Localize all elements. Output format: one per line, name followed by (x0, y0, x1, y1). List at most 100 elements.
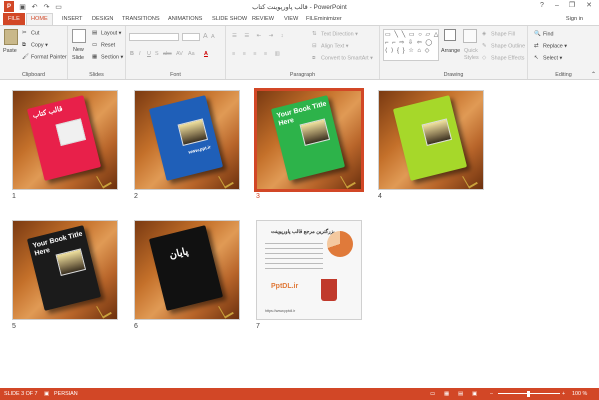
zoom-in-icon[interactable]: + (562, 391, 565, 397)
arrange-icon[interactable] (444, 29, 456, 41)
font-name-field[interactable] (129, 33, 179, 41)
font-size-field[interactable] (182, 33, 200, 41)
tab-insert[interactable]: INSERT (62, 14, 82, 25)
arrange-button[interactable]: Arrange (441, 48, 460, 54)
slide-counter: SLIDE 3 OF 7 (4, 391, 38, 397)
select-button[interactable]: ↖ Select ▾ (534, 55, 562, 61)
cut-button[interactable]: ✂ Cut (22, 30, 39, 36)
layout-button[interactable]: ▤ Layout ▾ (92, 30, 121, 36)
underline-button[interactable]: U (147, 51, 151, 57)
ribbon-tabs: FILE HOME INSERT DESIGN TRANSITIONS ANIM… (0, 13, 599, 25)
new-slide-label[interactable]: New (73, 47, 84, 53)
layout-icon: ▤ (92, 30, 98, 36)
tab-review[interactable]: REVIEW (252, 14, 274, 25)
grow-font-icon[interactable]: A (203, 33, 208, 40)
sign-in-link[interactable]: Sign in (566, 16, 583, 22)
paste-button[interactable]: Paste (3, 48, 17, 54)
shape-fill-button[interactable]: ◈ Shape Fill (482, 31, 515, 37)
ad-url: https://www.pptdl.ir (265, 309, 296, 313)
slide-thumbnail-5[interactable]: Your Book Title Here (12, 220, 118, 320)
new-slide-label-2[interactable]: Slide (72, 55, 84, 61)
help-button[interactable]: ? (535, 1, 549, 11)
change-case-button[interactable]: Aa (188, 51, 195, 57)
pen-icon: ✎ (482, 43, 487, 49)
title-bar: P ▣ ↶ ↷ ▭ قالب پاورپوینت کتاب - PowerPoi… (0, 0, 599, 13)
tab-transitions[interactable]: TRANSITIONS (122, 14, 160, 25)
convert-smartart-button[interactable]: ⧈ Convert to SmartArt ▾ (312, 55, 373, 61)
zoom-out-icon[interactable]: – (490, 391, 493, 397)
tab-slide-show[interactable]: SLIDE SHOW (212, 14, 247, 25)
scissors-icon: ✂ (22, 30, 27, 36)
slide-thumbnail-7[interactable]: بزرگترین مرجع قالب پاورپوینت PptDL.ir http… (256, 220, 362, 320)
new-slide-icon[interactable] (72, 29, 86, 43)
strikethrough-button[interactable]: abc (163, 51, 172, 57)
tab-design[interactable]: DESIGN (92, 14, 113, 25)
text-direction-button[interactable]: ⇅ Text Direction ▾ (312, 31, 358, 37)
collapse-ribbon-icon[interactable]: ⌃ (591, 71, 596, 78)
language-indicator[interactable]: PERSIAN (54, 391, 78, 397)
slide-number-5: 5 (12, 323, 16, 330)
font-group: A A B I U S abc AV Aa A Font (126, 26, 226, 79)
section-button[interactable]: ▦ Section ▾ (92, 54, 123, 60)
reset-button[interactable]: ▭ Reset (92, 42, 115, 48)
italic-button[interactable]: I (139, 51, 141, 57)
slide-sorter-view-icon[interactable]: ▦ (444, 391, 449, 397)
tab-fileminimizer[interactable]: FILEminimizer (306, 14, 342, 25)
tab-file[interactable]: FILE (3, 13, 25, 25)
slide-thumbnail-4[interactable] (378, 90, 484, 190)
restore-button[interactable]: ❐ (565, 1, 579, 11)
ribbon: Paste ✂ Cut ⧉ Copy ▾ 🖌 Format Painter Clipb… (0, 25, 599, 80)
shape-effects-button[interactable]: ◇ Shape Effects (482, 55, 524, 61)
paste-icon[interactable] (4, 29, 18, 45)
section-icon: ▦ (92, 54, 98, 60)
slide-number-1: 1 (12, 193, 16, 200)
status-bar: SLIDE 3 OF 7 ▣ PERSIAN ▭ ▦ ▤ ▣ – + 100 % (0, 388, 599, 400)
quick-styles-icon[interactable] (463, 29, 477, 43)
book-cover-photo (299, 118, 331, 147)
zoom-slider-thumb[interactable] (527, 391, 530, 397)
quick-styles-label[interactable]: Quick (464, 48, 478, 54)
slide-thumbnail-1[interactable]: قالب کتاب (12, 90, 118, 190)
ad-text-lines (265, 243, 323, 269)
font-color-button[interactable]: A (204, 51, 208, 57)
shapes-gallery[interactable]: ▭ ╲ ╲ ▭ ○ ▱ △ ⌐ ⌐ ⇨ ⇩ ⇦ ◯ ⟨ ⟩ { } ☆ ⌂ ◇ (383, 29, 439, 61)
quick-styles-label-2[interactable]: Styles (464, 55, 479, 61)
paint-bucket-icon: ◈ (482, 31, 487, 37)
minimize-button[interactable]: – (550, 1, 564, 11)
char-spacing-button[interactable]: AV (176, 51, 183, 57)
slide-number-2: 2 (134, 193, 138, 200)
shape-outline-button[interactable]: ✎ Shape Outline (482, 43, 525, 49)
format-painter-button[interactable]: 🖌 Format Painter (22, 54, 67, 60)
align-text-button[interactable]: ⊟ Align Text ▾ (312, 43, 349, 49)
alignment-buttons[interactable]: ≡ ≡ ≡ ≡ ▥ (232, 51, 283, 57)
replace-button[interactable]: ⇄ Replace ▾ (534, 43, 567, 49)
ad-pie-graphic (327, 231, 353, 257)
tab-home[interactable]: HOME (26, 13, 53, 25)
search-icon: 🔍 (534, 31, 541, 37)
slideshow-view-icon[interactable]: ▣ (472, 391, 477, 397)
book-cover-photo (55, 248, 87, 277)
slide-thumbnail-2[interactable]: www.ppt.ir (134, 90, 240, 190)
copy-button[interactable]: ⧉ Copy ▾ (22, 42, 48, 48)
slide-thumbnail-6[interactable]: پایان (134, 220, 240, 320)
zoom-level[interactable]: 100 % (572, 391, 587, 397)
bold-button[interactable]: B (130, 51, 134, 57)
slide-thumbnail-3[interactable]: Your Book Title Here (254, 88, 364, 192)
tab-view[interactable]: VIEW (284, 14, 298, 25)
tab-animations[interactable]: ANIMATIONS (168, 14, 202, 25)
close-button[interactable]: ✕ (582, 1, 596, 11)
ad-cup-icon (321, 279, 337, 301)
reading-view-icon[interactable]: ▤ (458, 391, 463, 397)
drawing-label: Drawing (443, 72, 464, 78)
spellcheck-icon[interactable]: ▣ (44, 391, 49, 397)
normal-view-icon[interactable]: ▭ (430, 391, 435, 397)
replace-icon: ⇄ (534, 43, 539, 49)
list-buttons[interactable]: ☰ ☰ ⇤ ⇥ ↕ (232, 33, 286, 39)
find-button[interactable]: 🔍 Find (534, 31, 554, 37)
slide-number-3: 3 (256, 193, 260, 200)
shadow-button[interactable]: S (155, 51, 159, 57)
ad-slide-content: بزرگترین مرجع قالب پاورپوینت PptDL.ir http… (257, 221, 361, 319)
shrink-font-icon[interactable]: A (211, 34, 215, 40)
slide-number-4: 4 (378, 193, 382, 200)
slides-group: New Slide ▤ Layout ▾ ▭ Reset ▦ Section ▾ Sl… (68, 26, 126, 79)
